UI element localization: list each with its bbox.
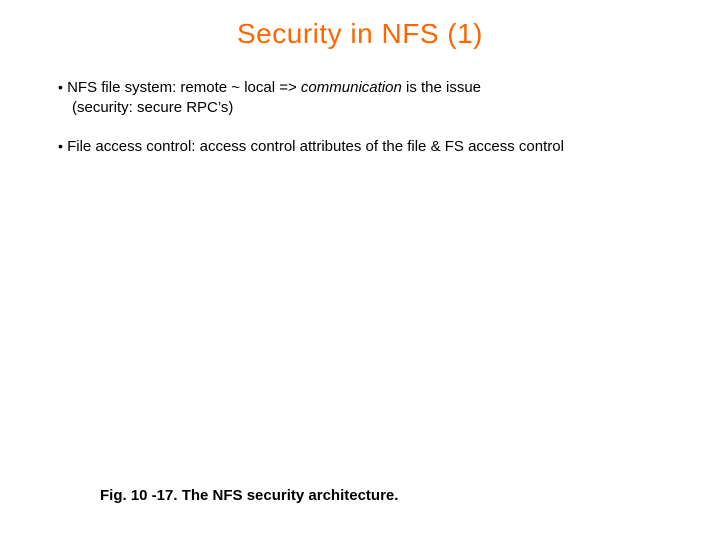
bullet-item: • NFS file system: remote ~ local => com… (58, 78, 690, 119)
bullet-text-prefix: NFS file system: remote ~ local => (67, 79, 301, 96)
bullet-text-suffix: is the issue (402, 79, 481, 96)
bullet-mark-icon: • (58, 78, 63, 97)
page-title: Security in NFS (1) (0, 18, 720, 50)
bullet-list: • NFS file system: remote ~ local => com… (58, 78, 690, 175)
figure-caption: Fig. 10 -17. The NFS security architectu… (100, 487, 398, 504)
slide: Security in NFS (1) • NFS file system: r… (0, 0, 720, 540)
bullet-text: NFS file system: remote ~ local => commu… (58, 79, 690, 119)
bullet-subtext: (security: secure RPC’s) (72, 98, 690, 118)
bullet-mark-icon: • (58, 137, 63, 156)
bullet-text: File access control: access control attr… (67, 138, 564, 155)
bullet-text-emphasis: communication (301, 79, 402, 96)
bullet-item: • File access control: access control at… (58, 137, 690, 157)
